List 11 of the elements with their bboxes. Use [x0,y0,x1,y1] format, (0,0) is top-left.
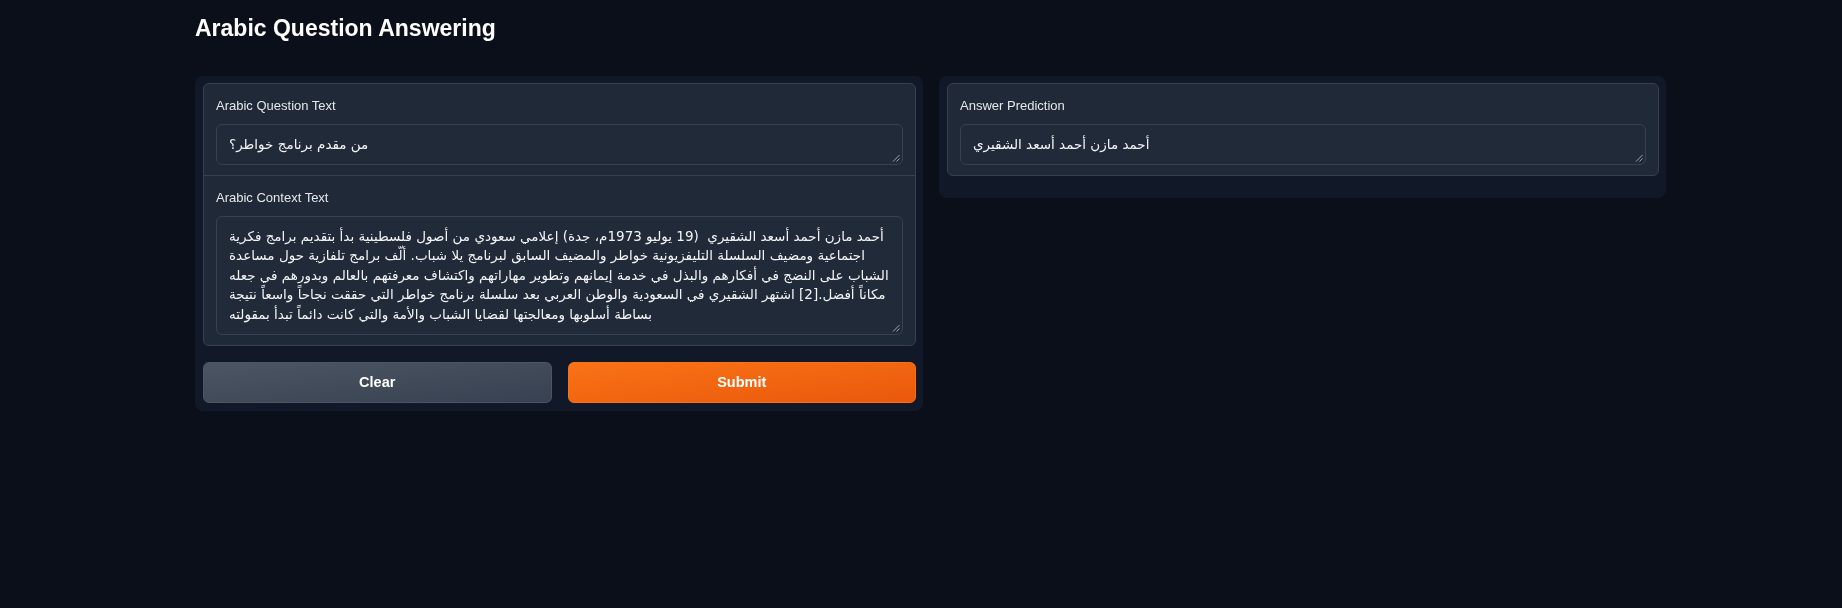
resize-grip-icon[interactable] [892,153,900,162]
field-label: Arabic Context Text [216,189,329,206]
resize-grip-icon[interactable] [892,323,900,332]
text-area-field[interactable]: أحمد مازن أحمد أسعد الشقيري [960,124,1646,165]
page-title: Arabic Question Answering [195,14,496,43]
clear-button[interactable]: Clear [203,361,552,403]
field-label: Arabic Question Text [216,98,336,114]
resize-grip-icon[interactable] [1635,153,1643,162]
field-label: Answer Prediction [960,98,1065,114]
text-area-field[interactable]: أحمد مازن أحمد أسعد الشقيري (19 يوليو 1973م، جدة) إعلامي سعودي من أصول فلسطينية بدأ بتقديم برامج فكرية اجتماعية ومضيف السلسلة التليفزيونية خواطر والمضيف السابق لبرنامج يلا شباب. ألّف برامج تلفازية حول مساعدة الشباب على النضج في أفكارهم والبذل في خدمة إيمانهم وتطوير مهاراتهم واكتشاف معرفتهم بالعالم وبدورهم في جعله مكاناً أفضل.[2] اشتهر الشقيري في السعودية والوطن العربي بعد سلسلة برنامج خواطر التي حققت نجاحاً واسعاً نتيجة بساطة أسلوبها ومعالجتها لقضايا الشباب والأمة والتي كانت دائماً تبدأ بمقولته [216,215,903,335]
text-area-field[interactable]: من مقدم برنامج خواطر؟ [216,124,903,165]
